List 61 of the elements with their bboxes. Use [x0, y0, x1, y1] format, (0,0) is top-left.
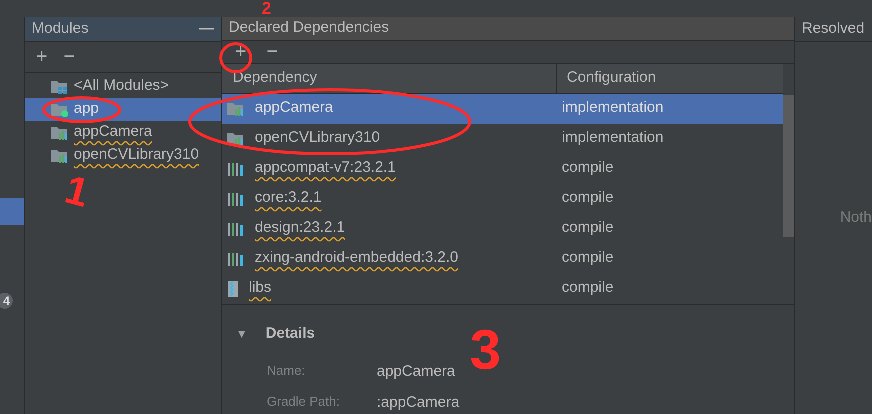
annotation-number: 1: [61, 170, 94, 214]
module-item[interactable]: <All Modules>: [25, 75, 221, 98]
panel-title: Modules: [32, 18, 89, 39]
folder-bars-icon: [227, 100, 245, 116]
field-label: Name:: [267, 362, 306, 380]
bars-icon: [227, 190, 245, 206]
table-row[interactable]: openCVLibrary310 implementation: [222, 124, 783, 154]
field-label: Gradle Path:: [267, 392, 341, 410]
collapse-button[interactable]: —: [199, 18, 214, 40]
dependency-name: design:23.2.1: [255, 218, 346, 238]
folder-bars-icon: [227, 130, 245, 146]
configuration-value: compile: [562, 218, 614, 238]
module-label: openCVLibrary310: [74, 145, 200, 166]
field-value: :appCamera: [377, 392, 460, 412]
module-label: <All Modules>: [74, 76, 170, 96]
bars-icon: [227, 250, 245, 266]
dependency-name: core:3.2.1: [255, 188, 322, 208]
configuration-value: compile: [562, 188, 614, 208]
module-item[interactable]: openCVLibrary310: [25, 144, 221, 167]
remove-button[interactable]: −: [264, 42, 282, 62]
annotation-number: 2: [262, 0, 272, 17]
panel-title: Resolved: [802, 18, 865, 39]
configuration-value: compile: [562, 278, 614, 298]
bars-icon: [227, 220, 245, 236]
configuration-value: compile: [562, 248, 614, 268]
table-row[interactable]: libs compile: [222, 274, 783, 304]
count-badge: 4: [0, 293, 13, 309]
folder-bars-icon: [51, 148, 69, 164]
configuration-value: implementation: [562, 128, 664, 148]
module-label: appCamera: [74, 122, 152, 142]
table-row[interactable]: design:23.2.1 compile: [222, 214, 783, 244]
selected-item-highlight[interactable]: [0, 198, 24, 225]
module-label: app: [74, 99, 100, 120]
table-row[interactable]: core:3.2.1 compile: [222, 184, 783, 214]
panel-title: Declared Dependencies: [229, 18, 390, 38]
empty-message: Noth: [840, 208, 872, 228]
column-header[interactable]: Configuration: [557, 64, 783, 92]
scrollbar[interactable]: [783, 94, 794, 236]
dependency-name: zxing-android-embedded:3.2.0: [255, 248, 458, 268]
configuration-value: compile: [562, 158, 614, 178]
table-row[interactable]: appcompat-v7:23.2.1 compile: [222, 154, 783, 184]
bars-icon: [227, 160, 245, 176]
expand-arrow-icon[interactable]: ▼: [236, 324, 248, 343]
folder-grid-icon: [51, 78, 69, 94]
add-button[interactable]: +: [33, 47, 51, 67]
table-row[interactable]: appCamera implementation: [222, 94, 783, 124]
table-row[interactable]: zxing-android-embedded:3.2.0 compile: [222, 244, 783, 274]
dependency-name: appcompat-v7:23.2.1: [255, 158, 396, 178]
dependency-name: appCamera: [255, 98, 334, 118]
remove-button[interactable]: −: [60, 47, 78, 67]
configuration-value: implementation: [562, 98, 664, 118]
field-value: appCamera: [377, 362, 456, 382]
module-item[interactable]: appCamera: [25, 121, 221, 144]
folder-bars-icon: [51, 124, 69, 140]
annotation-number: 3: [470, 322, 502, 378]
dependency-name: libs: [249, 278, 272, 298]
section-title: Details: [266, 324, 316, 344]
jar-icon: [227, 280, 239, 298]
add-button[interactable]: +: [232, 42, 250, 62]
dependency-name: openCVLibrary310: [255, 128, 380, 148]
column-header[interactable]: Dependency: [222, 64, 557, 92]
